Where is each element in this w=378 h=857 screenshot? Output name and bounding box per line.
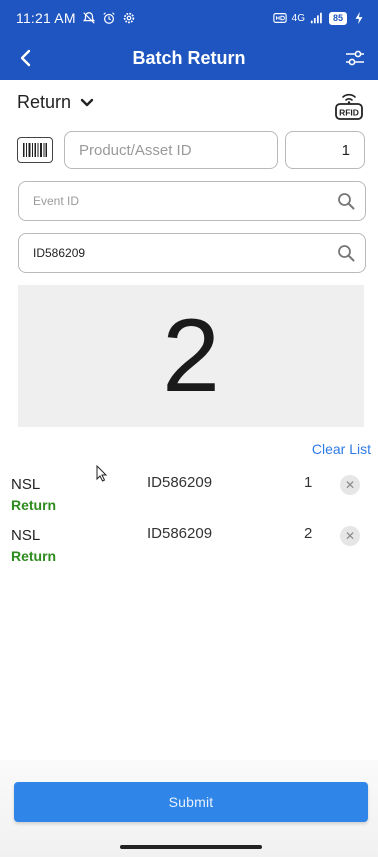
mode-label: Return [17, 92, 72, 112]
sliders-icon[interactable] [344, 47, 366, 69]
list-item: NSL Return ID586209 2 ✕ [0, 521, 378, 567]
product-asset-input[interactable]: Product/Asset ID [64, 131, 278, 169]
quantity-input[interactable]: 1 [285, 131, 365, 169]
search-icon[interactable] [337, 244, 355, 262]
status-icons-left [82, 11, 136, 25]
cursor-icon [96, 465, 108, 482]
rfid-icon[interactable]: RFID [334, 90, 364, 122]
item-name: NSL [11, 527, 41, 544]
id-search-input[interactable]: ID586209 [18, 233, 366, 273]
item-asset-id: ID586209 [147, 525, 213, 542]
item-type: Return [11, 497, 57, 513]
page-title: Batch Return [132, 47, 246, 68]
network-label: 4G [291, 12, 305, 24]
battery-icon: 85 [328, 11, 347, 25]
product-asset-placeholder: Product/Asset ID [79, 141, 192, 159]
item-qty: 1 [304, 474, 313, 491]
barcode-icon [23, 143, 47, 157]
barcode-scan-button[interactable] [17, 137, 53, 163]
item-type: Return [11, 548, 57, 564]
list-item: NSL Return ID586209 1 ✕ [0, 470, 378, 516]
submit-button[interactable]: Submit [14, 782, 368, 822]
event-id-placeholder: Event ID [33, 194, 80, 208]
status-bar: 11:21 AM 4G 85 [0, 0, 378, 36]
back-chevron-icon[interactable] [14, 46, 38, 70]
status-time: 11:21 AM [16, 10, 76, 26]
mode-dropdown[interactable]: Return [17, 92, 95, 113]
signal-icon [310, 12, 322, 24]
search-icon[interactable] [337, 192, 355, 210]
rfid-label: RFID [339, 108, 359, 118]
close-icon[interactable]: ✕ [340, 526, 360, 546]
event-id-input[interactable]: Event ID [18, 181, 366, 221]
settings-icon [123, 12, 134, 24]
alarm-icon [103, 12, 115, 24]
item-qty: 2 [304, 525, 313, 542]
home-indicator[interactable] [120, 845, 262, 849]
charging-icon [355, 11, 363, 25]
id-search-value: ID586209 [33, 246, 86, 260]
app-bar: Batch Return [0, 36, 378, 80]
hd-icon [272, 13, 287, 23]
status-icons-right: 4G 85 [272, 11, 366, 25]
item-name: NSL [11, 476, 41, 493]
scan-count-panel: 2 [18, 285, 364, 427]
scan-count: 2 [162, 298, 220, 414]
item-asset-id: ID586209 [147, 474, 213, 491]
clear-list-link[interactable]: Clear List [312, 441, 371, 457]
close-icon[interactable]: ✕ [340, 475, 360, 495]
chevron-down-icon [80, 98, 94, 106]
quantity-value: 1 [341, 141, 350, 159]
mute-icon [82, 12, 95, 24]
